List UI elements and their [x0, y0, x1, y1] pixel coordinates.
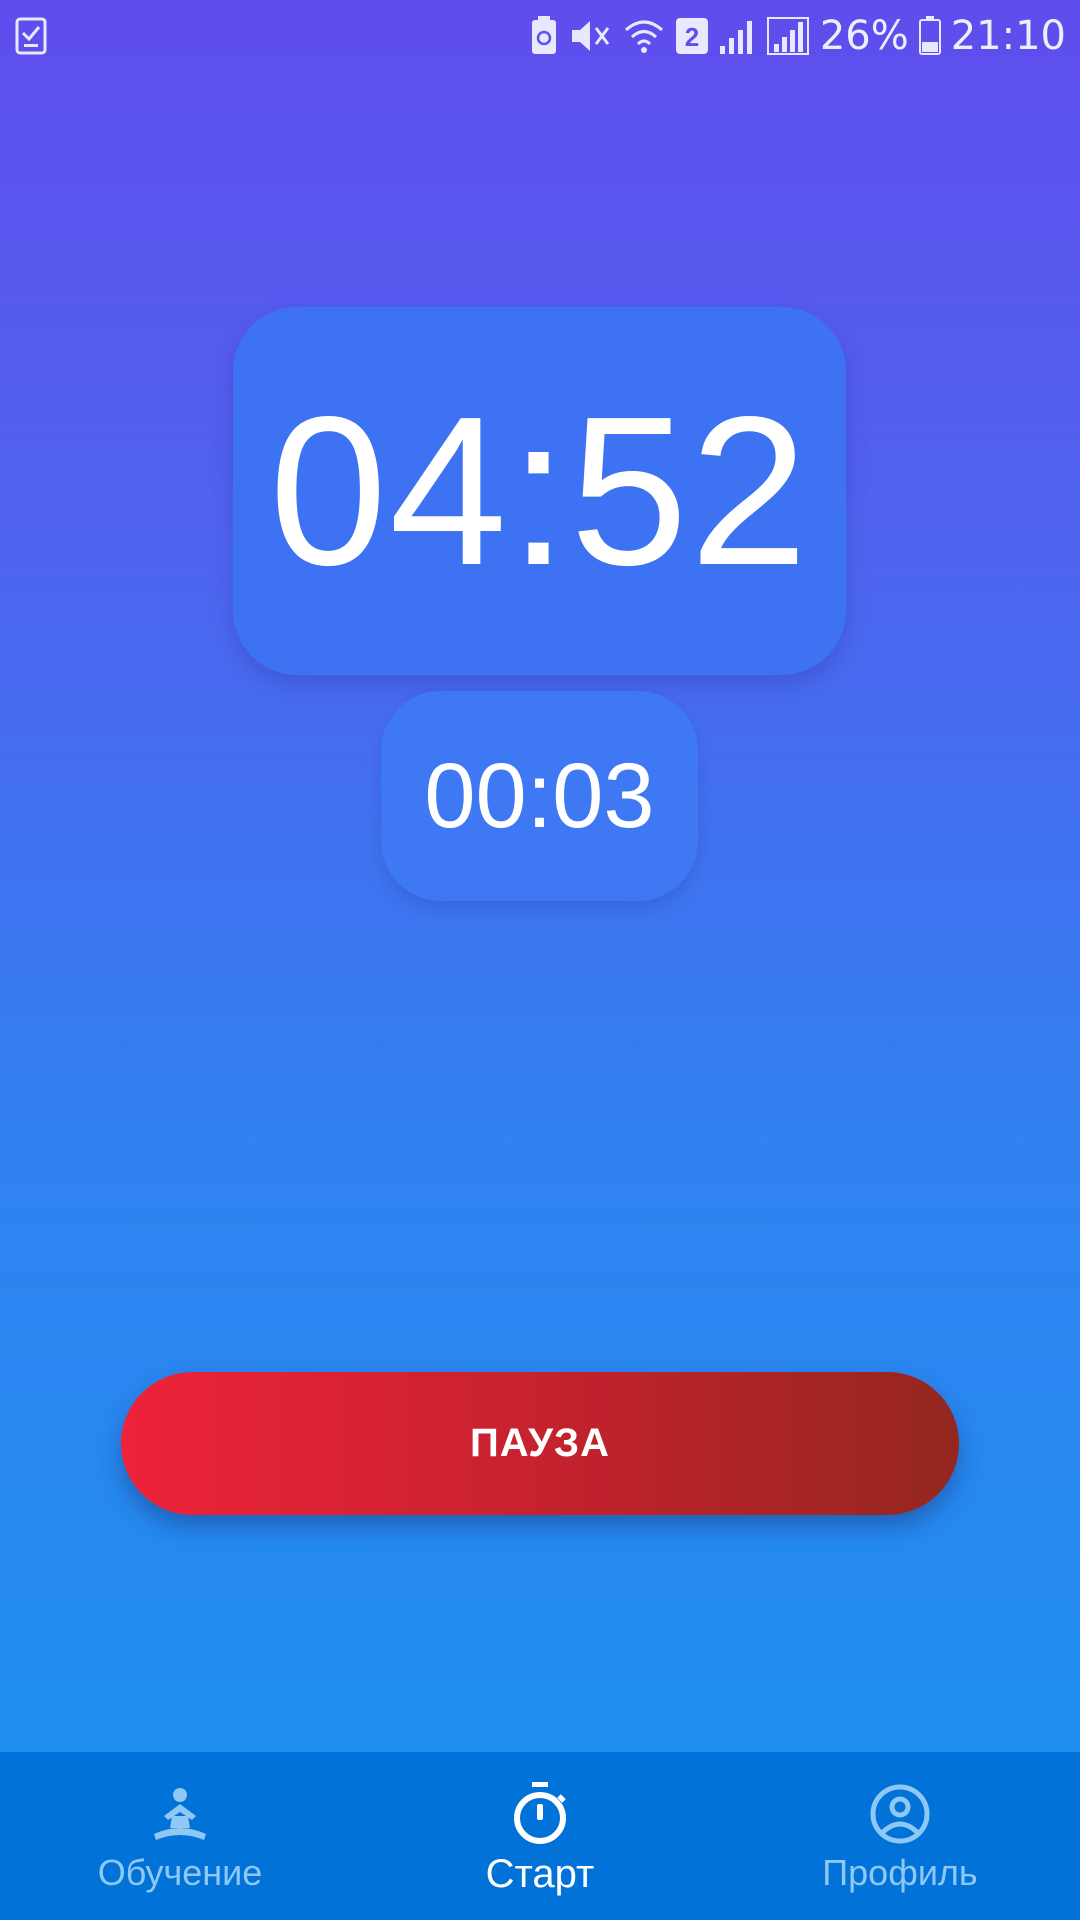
battery-saver-icon — [530, 16, 558, 56]
secondary-timer-card: 00:03 — [381, 691, 698, 901]
battery-icon — [918, 16, 941, 56]
nav-item-training[interactable]: Обучение — [0, 1752, 360, 1920]
svg-text:2: 2 — [685, 22, 699, 52]
sim-2-icon: 2 — [675, 18, 708, 54]
bottom-nav: Обучение Старт Профиль — [0, 1752, 1080, 1920]
main-timer: 04:52 — [269, 372, 810, 609]
nav-label-training: Обучение — [97, 1852, 263, 1893]
nav-label-start: Старт — [485, 1852, 595, 1896]
battery-percent: 26% — [819, 13, 909, 59]
checklist-icon — [14, 16, 48, 56]
signal-icon — [718, 16, 756, 56]
clock: 21:10 — [950, 13, 1066, 59]
nav-item-start[interactable]: Старт — [360, 1752, 720, 1920]
pause-button[interactable]: ПАУЗА — [121, 1372, 959, 1515]
stopwatch-icon — [508, 1782, 572, 1846]
secondary-timer: 00:03 — [424, 744, 655, 847]
status-right: 2 26% 21:10 — [530, 13, 1066, 59]
mute-icon — [568, 16, 612, 56]
meditation-icon — [148, 1782, 212, 1846]
status-left — [14, 16, 48, 56]
wifi-icon — [622, 16, 666, 56]
status-bar: 2 26% 21:10 — [0, 0, 1080, 72]
signal-icon — [766, 16, 810, 56]
pause-button-label: ПАУЗА — [470, 1421, 610, 1465]
profile-icon — [868, 1782, 932, 1846]
nav-item-profile[interactable]: Профиль — [720, 1752, 1080, 1920]
nav-label-profile: Профиль — [822, 1852, 978, 1893]
main-timer-card: 04:52 — [233, 307, 846, 675]
